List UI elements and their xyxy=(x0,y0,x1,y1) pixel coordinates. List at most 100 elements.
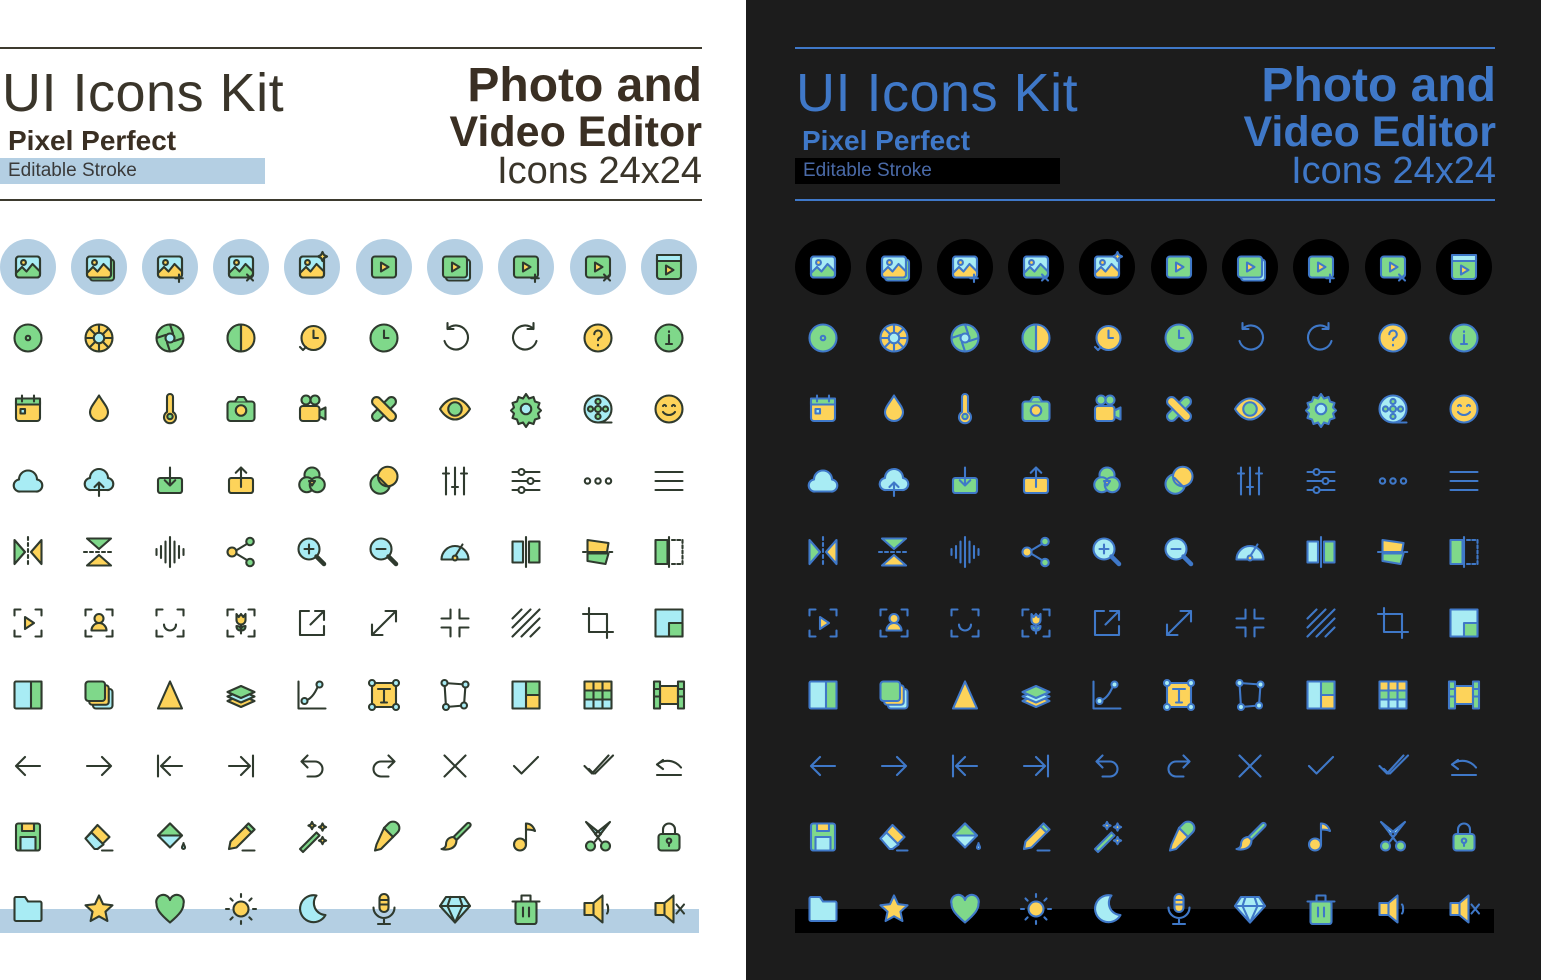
save-icon xyxy=(0,809,56,865)
triangle-icon xyxy=(142,667,198,723)
zoom-out-icon xyxy=(1151,524,1207,580)
expand-icon xyxy=(356,595,412,651)
star-icon xyxy=(71,881,127,937)
menu-icon xyxy=(641,453,697,509)
magic-wand-icon xyxy=(1079,809,1135,865)
video-add-icon xyxy=(498,239,554,295)
polygon-path-icon xyxy=(1222,667,1278,723)
music-note-icon xyxy=(498,809,554,865)
sliders-icon xyxy=(1293,453,1349,509)
fill-bucket-icon xyxy=(142,809,198,865)
dark-panel: UI Icons Kit Pixel Perfect Editable Stro… xyxy=(746,0,1541,980)
smile-icon xyxy=(1436,381,1492,437)
color-channels-icon xyxy=(1079,453,1135,509)
bandage-icon xyxy=(1151,381,1207,437)
music-note-icon xyxy=(1293,809,1349,865)
microphone-icon xyxy=(1151,881,1207,937)
image-remove-icon xyxy=(1008,239,1064,295)
image-remove-icon xyxy=(213,239,269,295)
arrow-left-bar-icon xyxy=(937,738,993,794)
video-camera-icon xyxy=(284,381,340,437)
moon-icon xyxy=(1079,881,1135,937)
text-box-icon xyxy=(1151,667,1207,723)
upload-icon xyxy=(213,453,269,509)
copy-layers-icon xyxy=(866,667,922,723)
straighten-icon xyxy=(570,524,626,580)
eye-icon xyxy=(1222,381,1278,437)
arrow-left-bar-icon xyxy=(142,738,198,794)
smile-icon xyxy=(641,381,697,437)
folder-icon xyxy=(0,881,56,937)
zoom-out-icon xyxy=(356,524,412,580)
help-icon xyxy=(570,310,626,366)
redo-icon xyxy=(356,738,412,794)
heart-icon xyxy=(142,881,198,937)
sun-icon xyxy=(213,881,269,937)
aperture-icon xyxy=(142,310,198,366)
mute-icon xyxy=(1436,881,1492,937)
focus-person-icon xyxy=(866,595,922,651)
copy-layers-icon xyxy=(71,667,127,723)
volume-icon xyxy=(570,881,626,937)
pencil-icon xyxy=(213,809,269,865)
split-view-icon xyxy=(641,524,697,580)
sliders-icon xyxy=(498,453,554,509)
film-strip-icon xyxy=(1436,667,1492,723)
calendar-icon xyxy=(795,381,851,437)
eye-icon xyxy=(427,381,483,437)
clock-icon xyxy=(356,310,412,366)
arrow-right-bar-icon xyxy=(1008,738,1064,794)
videos-stack-icon xyxy=(1222,239,1278,295)
upload-icon xyxy=(1008,453,1064,509)
speedometer-icon xyxy=(427,524,483,580)
grid-icon xyxy=(1365,667,1421,723)
flip-vertical-icon xyxy=(71,524,127,580)
gear-icon xyxy=(498,381,554,437)
video-remove-icon xyxy=(570,239,626,295)
contrast-icon xyxy=(213,310,269,366)
layers-icon xyxy=(213,667,269,723)
external-link-icon xyxy=(1079,595,1135,651)
pencil-icon xyxy=(1008,809,1064,865)
calendar-icon xyxy=(0,381,56,437)
panel-split-icon xyxy=(795,667,851,723)
video-play-icon xyxy=(356,239,412,295)
check-icon xyxy=(498,738,554,794)
share-icon xyxy=(1008,524,1064,580)
polygon-path-icon xyxy=(427,667,483,723)
bandage-icon xyxy=(356,381,412,437)
record-circle-icon xyxy=(0,310,56,366)
rotate-right-icon xyxy=(498,310,554,366)
image-add-icon xyxy=(142,239,198,295)
more-dots-icon xyxy=(570,453,626,509)
collapse-icon xyxy=(1222,595,1278,651)
record-circle-icon xyxy=(795,310,851,366)
temperature-icon xyxy=(937,381,993,437)
arrow-left-icon xyxy=(0,738,56,794)
folder-icon xyxy=(795,881,851,937)
text-box-icon xyxy=(356,667,412,723)
cloud-upload-icon xyxy=(866,453,922,509)
video-camera-icon xyxy=(1079,381,1135,437)
image-enhance-icon xyxy=(284,239,340,295)
layout-icon xyxy=(498,667,554,723)
curve-icon xyxy=(1079,667,1135,723)
check-icon xyxy=(1293,738,1349,794)
cloud-icon xyxy=(0,453,56,509)
images-stack-icon xyxy=(71,239,127,295)
focus-flower-icon xyxy=(213,595,269,651)
cloud-upload-icon xyxy=(71,453,127,509)
flip-horizontal-icon xyxy=(795,524,851,580)
clapperboard-icon xyxy=(641,239,697,295)
double-check-icon xyxy=(570,738,626,794)
blend-icon xyxy=(1151,453,1207,509)
focus-video-icon xyxy=(0,595,56,651)
layers-icon xyxy=(1008,667,1064,723)
film-strip-icon xyxy=(641,667,697,723)
scissors-icon xyxy=(1365,809,1421,865)
focus-video-icon xyxy=(795,595,851,651)
arrow-right-icon xyxy=(71,738,127,794)
redo-icon xyxy=(1151,738,1207,794)
arrow-left-icon xyxy=(795,738,851,794)
film-reel-icon xyxy=(570,381,626,437)
